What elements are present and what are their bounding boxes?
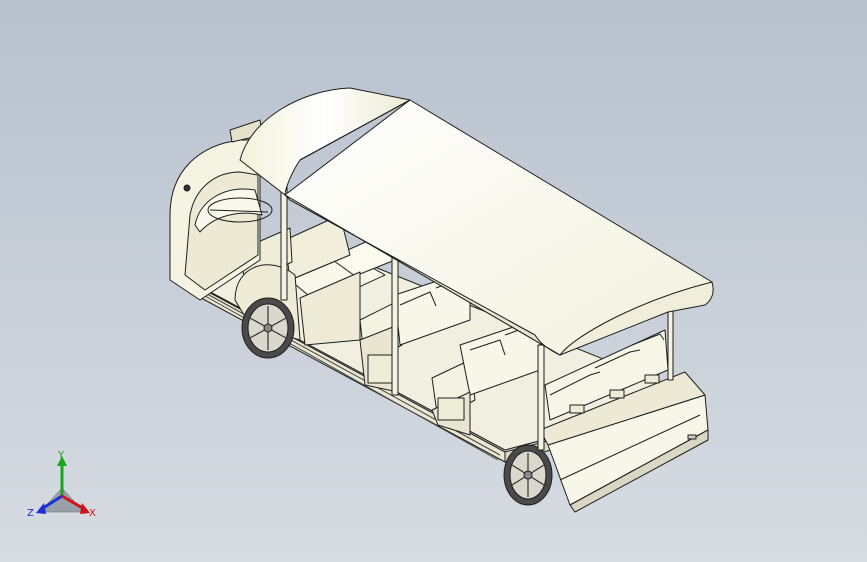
viewport-canvas[interactable]: Y X Z	[0, 0, 867, 562]
x-axis-label: X	[89, 508, 96, 519]
post-rear-left	[537, 344, 545, 451]
rear-wheel[interactable]	[503, 444, 553, 506]
rear-reflector	[687, 434, 697, 440]
z-axis-label: Z	[27, 508, 34, 519]
post-front-left	[280, 184, 288, 301]
y-axis-label: Y	[57, 450, 65, 461]
headlight	[183, 184, 191, 192]
post-mid-left	[391, 254, 399, 396]
graphics-viewport[interactable]: Y X Z	[0, 0, 867, 562]
